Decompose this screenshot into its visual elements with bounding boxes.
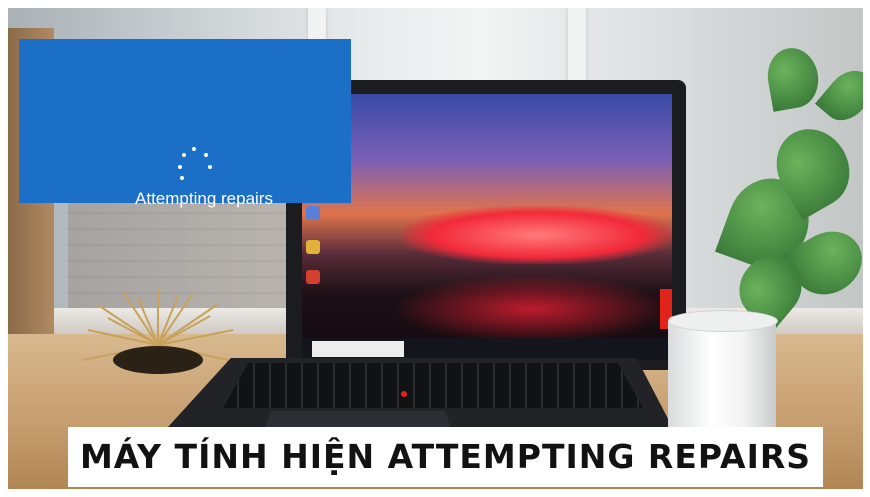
laptop-keyboard [223,363,643,408]
loading-spinner-icon [174,145,214,185]
light-reflection [392,274,672,344]
trackpoint [401,391,407,397]
desktop-shortcut-icon [306,270,320,284]
windows-taskbar [302,338,672,360]
caption-title: MÁY TÍNH HIỆN ATTEMPTING REPAIRS [79,437,812,476]
repair-status-text: Attempting repairs [135,189,273,208]
metal-spike-ornament [82,290,234,374]
chrome-icon [306,240,320,254]
laptop-screen [302,94,672,360]
taskbar-search-box [312,341,404,357]
mug-rim [668,310,778,332]
attempting-repairs-panel: Attempting repairs [19,39,351,208]
red-light-trail [402,206,672,264]
